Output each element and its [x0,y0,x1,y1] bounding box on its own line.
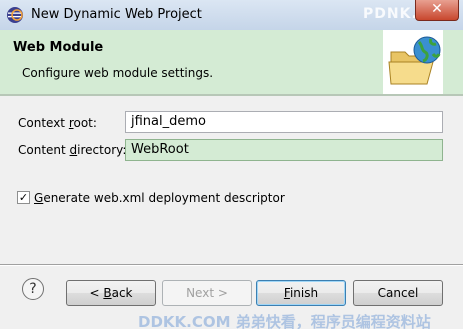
help-button[interactable]: ? [22,278,44,300]
dialog-window: New Dynamic Web Project PDNK.fi ✕ Web Mo… [0,0,463,329]
title-bar[interactable]: New Dynamic Web Project PDNK.fi ✕ [0,0,463,30]
wizard-banner: Web Module Configure web module settings… [0,30,463,94]
content-directory-field[interactable]: WebRoot [125,139,443,161]
content-directory-label: Content directory: [18,143,127,157]
button-bar-divider-highlight [0,265,463,266]
folder-globe-icon [383,30,443,94]
back-button[interactable]: < Back [66,280,156,306]
window-title: New Dynamic Web Project [31,7,202,22]
context-root-field[interactable]: jfinal_demo [125,111,443,133]
cancel-button[interactable]: Cancel [353,280,443,306]
next-button[interactable]: Next > [162,280,252,306]
page-description: Configure web module settings. [22,66,214,80]
eclipse-app-icon [7,7,23,23]
generate-descriptor-checkbox[interactable]: ✓ [17,191,30,204]
generate-descriptor-label[interactable]: Generate web.xml deployment descriptor [34,191,285,205]
close-button[interactable]: ✕ [415,0,459,21]
context-root-label: Context root: [18,116,97,130]
finish-button[interactable]: Finish [256,280,346,306]
watermark-bottom: DDKK.COM 弟弟快看，程序员编程资料站 [138,313,431,329]
page-title: Web Module [13,40,104,55]
